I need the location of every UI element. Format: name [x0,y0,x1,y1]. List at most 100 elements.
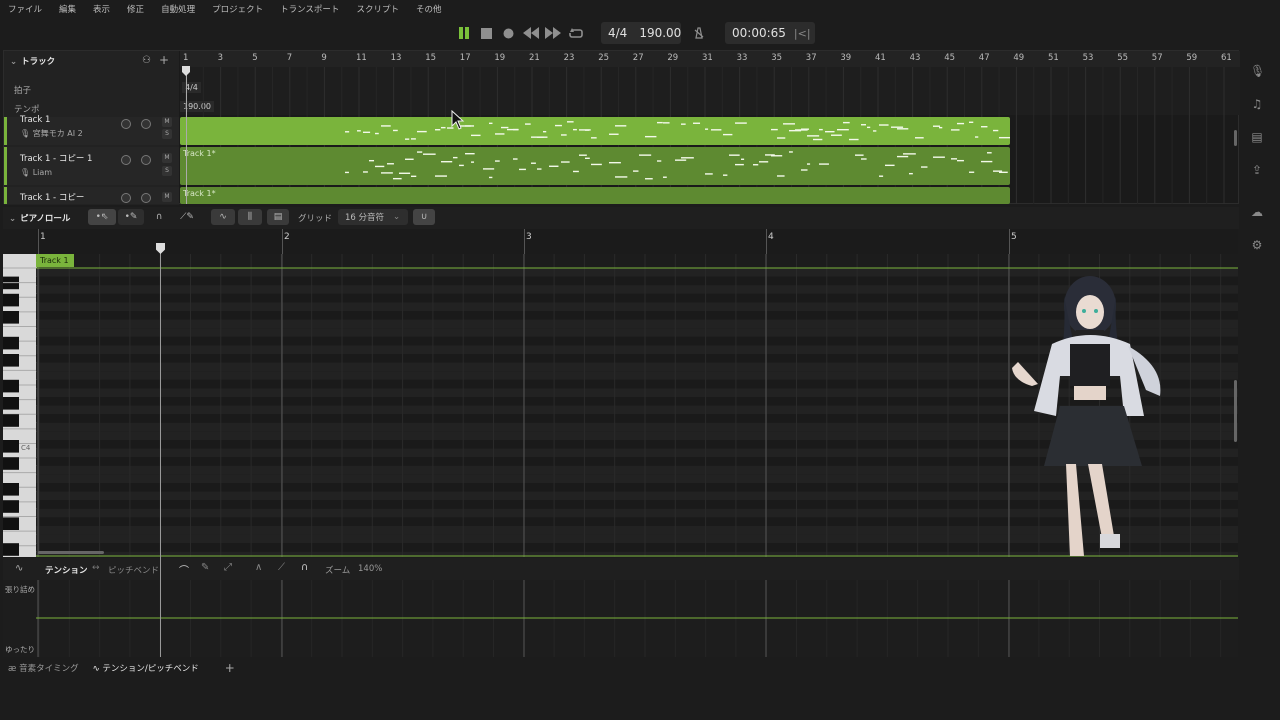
solo-button[interactable]: S [162,166,172,176]
export-icon[interactable]: ⇪ [1250,163,1264,177]
tempo-meter-box[interactable]: 4/4 190.00 [601,22,681,44]
playhead[interactable] [186,67,187,204]
pencil-icon[interactable]: ✎ [201,562,209,573]
piano-keys[interactable]: C4 [3,254,37,557]
track-1-clip[interactable] [180,117,1012,145]
tab-tension-pitchbend[interactable]: ∿ テンション/ピッチベンド [93,662,199,674]
track-2-clip[interactable]: Track 1* [180,147,1010,185]
clip-notes [345,121,1012,141]
tension-mode-label[interactable]: テンション [45,564,88,576]
note [549,165,559,167]
black-key [3,500,19,513]
freehand-tool-button[interactable]: ⟋✎ [174,209,200,225]
menu-item[interactable]: スクリプト [356,3,399,15]
note [975,136,979,138]
wave-icon[interactable]: ∿ [15,563,23,574]
mute-button[interactable]: M [162,192,172,202]
note [369,159,375,162]
tempo-row-label: テンポ [14,105,40,115]
add-track-button[interactable]: + [159,53,169,67]
music-note-icon[interactable]: ♫ [1250,97,1264,111]
curve-tool-button[interactable]: ∩ [146,209,172,225]
tab-phoneme-timing[interactable]: æ 音素タイミング [8,662,79,674]
volume-knob[interactable] [121,119,131,129]
note [969,171,975,173]
menu-item[interactable]: ファイル [8,3,42,15]
loop-button[interactable] [567,20,585,46]
pan-knob[interactable] [141,155,151,165]
piano-roll-header: ⌄ ピアノロール •⇖ •✎ ∩ ⟋✎ ∿ ⫼ ▤ グリッド 16 分音符 ⌄ ∪ [3,207,1239,229]
track-3-clip[interactable]: Track 1* [180,187,1010,204]
record-button[interactable] [499,20,517,46]
settings-icon[interactable]: ⚙ [1250,238,1264,252]
menu-item[interactable]: その他 [416,3,442,15]
snap-button[interactable]: ∪ [413,209,435,225]
microphone-icon[interactable]: 🎙 [1250,64,1265,78]
fast-forward-button[interactable] [544,20,562,46]
peak-icon[interactable]: ∧ [255,562,262,573]
pan-knob[interactable] [141,193,151,203]
note [645,178,653,180]
mute-button[interactable]: M [162,153,172,163]
piano-roll-playhead[interactable] [160,246,161,657]
piano-roll-vscrollbar[interactable] [1234,380,1237,442]
chevron-down-icon[interactable]: ⌄ [9,214,16,224]
track-header-1[interactable]: Track 1 🎙 宮舞モカ AI 2 M S [4,115,179,145]
note [657,121,663,124]
slope-icon[interactable]: ⟋ [278,562,285,573]
waveform-button[interactable]: ⫼ [238,209,262,225]
track-header-3[interactable]: Track 1 - コピー M [4,187,179,204]
bar-line [766,229,767,254]
solo-button[interactable]: S [162,129,172,139]
track-scrollbar[interactable] [1234,130,1237,146]
return-to-start-icon[interactable]: |<| [794,27,811,40]
piano-roll-grid[interactable]: Track 1 [36,254,1238,557]
menu-item[interactable]: 表示 [93,3,110,15]
pause-button[interactable] [455,20,473,46]
chevron-down-icon[interactable]: ⌄ [10,57,17,67]
menu-item[interactable]: 編集 [59,3,76,15]
line-tool-icon[interactable]: ⤢ [224,562,232,573]
note [537,136,548,138]
metronome-button[interactable] [690,20,708,46]
pitch-bend-label[interactable]: ピッチベンド [108,564,159,576]
arc-icon[interactable]: ∩ [301,562,308,573]
menu-item[interactable]: 自動処理 [161,3,195,15]
rewind-button[interactable] [522,20,540,46]
black-key [3,336,19,350]
note [531,162,536,164]
note [831,134,842,136]
volume-knob[interactable] [121,155,131,165]
piano-roll-hscrollbar[interactable] [38,551,104,554]
black-key [3,311,19,324]
pan-knob[interactable] [141,119,151,129]
menu-item[interactable]: プロジェクト [212,3,263,15]
pitch-curve-button[interactable]: ∿ [211,209,235,225]
clip-tag[interactable]: Track 1 [36,254,74,267]
note [825,130,835,133]
add-tab-button[interactable]: + [225,661,235,675]
track-header-2[interactable]: Track 1 - コピー 1 🎙 Liam M S [4,147,179,185]
black-key [3,379,19,393]
note [771,128,778,131]
note [819,128,823,131]
notebook-icon[interactable]: ▤ [1250,130,1264,144]
pen-tool-button[interactable]: •✎ [118,209,144,225]
mute-button[interactable]: M [162,117,172,127]
zoom-value[interactable]: 140% [358,564,382,574]
note [537,168,542,170]
track-settings-icon[interactable]: ⚇ [142,55,151,66]
menu-item[interactable]: 修正 [127,3,144,15]
ruler-label: 51 [1048,53,1059,63]
lyrics-button[interactable]: ▤ [267,209,289,225]
grid-select[interactable]: 16 分音符 ⌄ [338,209,408,225]
tension-graph[interactable] [36,580,1238,657]
menu-item[interactable]: トランスポート [280,3,339,15]
cloud-icon[interactable]: ☁ [1250,205,1264,219]
volume-knob[interactable] [121,193,131,203]
curve-icon[interactable]: ⌒ [179,562,189,577]
note [843,121,850,124]
swap-icon[interactable]: ↔ [92,563,100,573]
select-tool-button[interactable]: •⇖ [88,209,116,225]
stop-button[interactable] [477,20,495,46]
